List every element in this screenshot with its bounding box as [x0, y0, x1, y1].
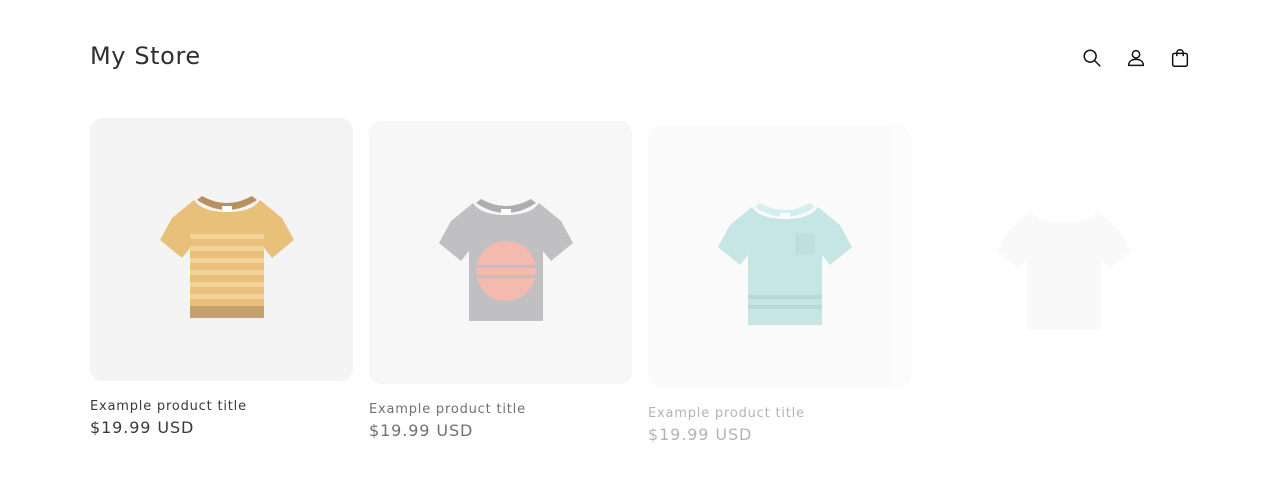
search-icon: [1083, 49, 1101, 67]
search-button[interactable]: [1078, 42, 1106, 74]
product-price: $19.99 USD: [648, 425, 753, 444]
header-icons: [1078, 42, 1194, 74]
product-title[interactable]: Example product title: [369, 402, 632, 417]
product-card[interactable]: Example product title $19.99 USD: [90, 118, 353, 437]
site-header: My Store: [90, 36, 1194, 80]
product-card[interactable]: [927, 129, 1190, 410]
account-button[interactable]: [1122, 42, 1150, 74]
teal-pocket-tshirt-icon: [717, 202, 852, 325]
plain-tshirt-icon: [996, 210, 1131, 329]
striped-tshirt-icon: [159, 195, 294, 318]
product-image[interactable]: [90, 118, 353, 381]
product-title[interactable]: Example product title: [90, 399, 353, 414]
account-icon: [1127, 49, 1145, 67]
cart-icon: [1171, 49, 1189, 67]
store-title[interactable]: My Store: [90, 42, 201, 70]
product-card[interactable]: Example product title $19.99 USD: [648, 125, 911, 444]
product-title[interactable]: Example product title: [648, 406, 911, 421]
product-image[interactable]: [369, 121, 632, 384]
product-image[interactable]: [648, 125, 911, 388]
grey-sunset-tshirt-icon: [438, 198, 573, 321]
product-image[interactable]: [927, 129, 1190, 392]
product-price: $19.99 USD: [369, 421, 474, 440]
product-price: $19.99 USD: [90, 418, 195, 437]
product-card[interactable]: Example product title $19.99 USD: [369, 121, 632, 440]
cart-button[interactable]: [1166, 42, 1194, 74]
